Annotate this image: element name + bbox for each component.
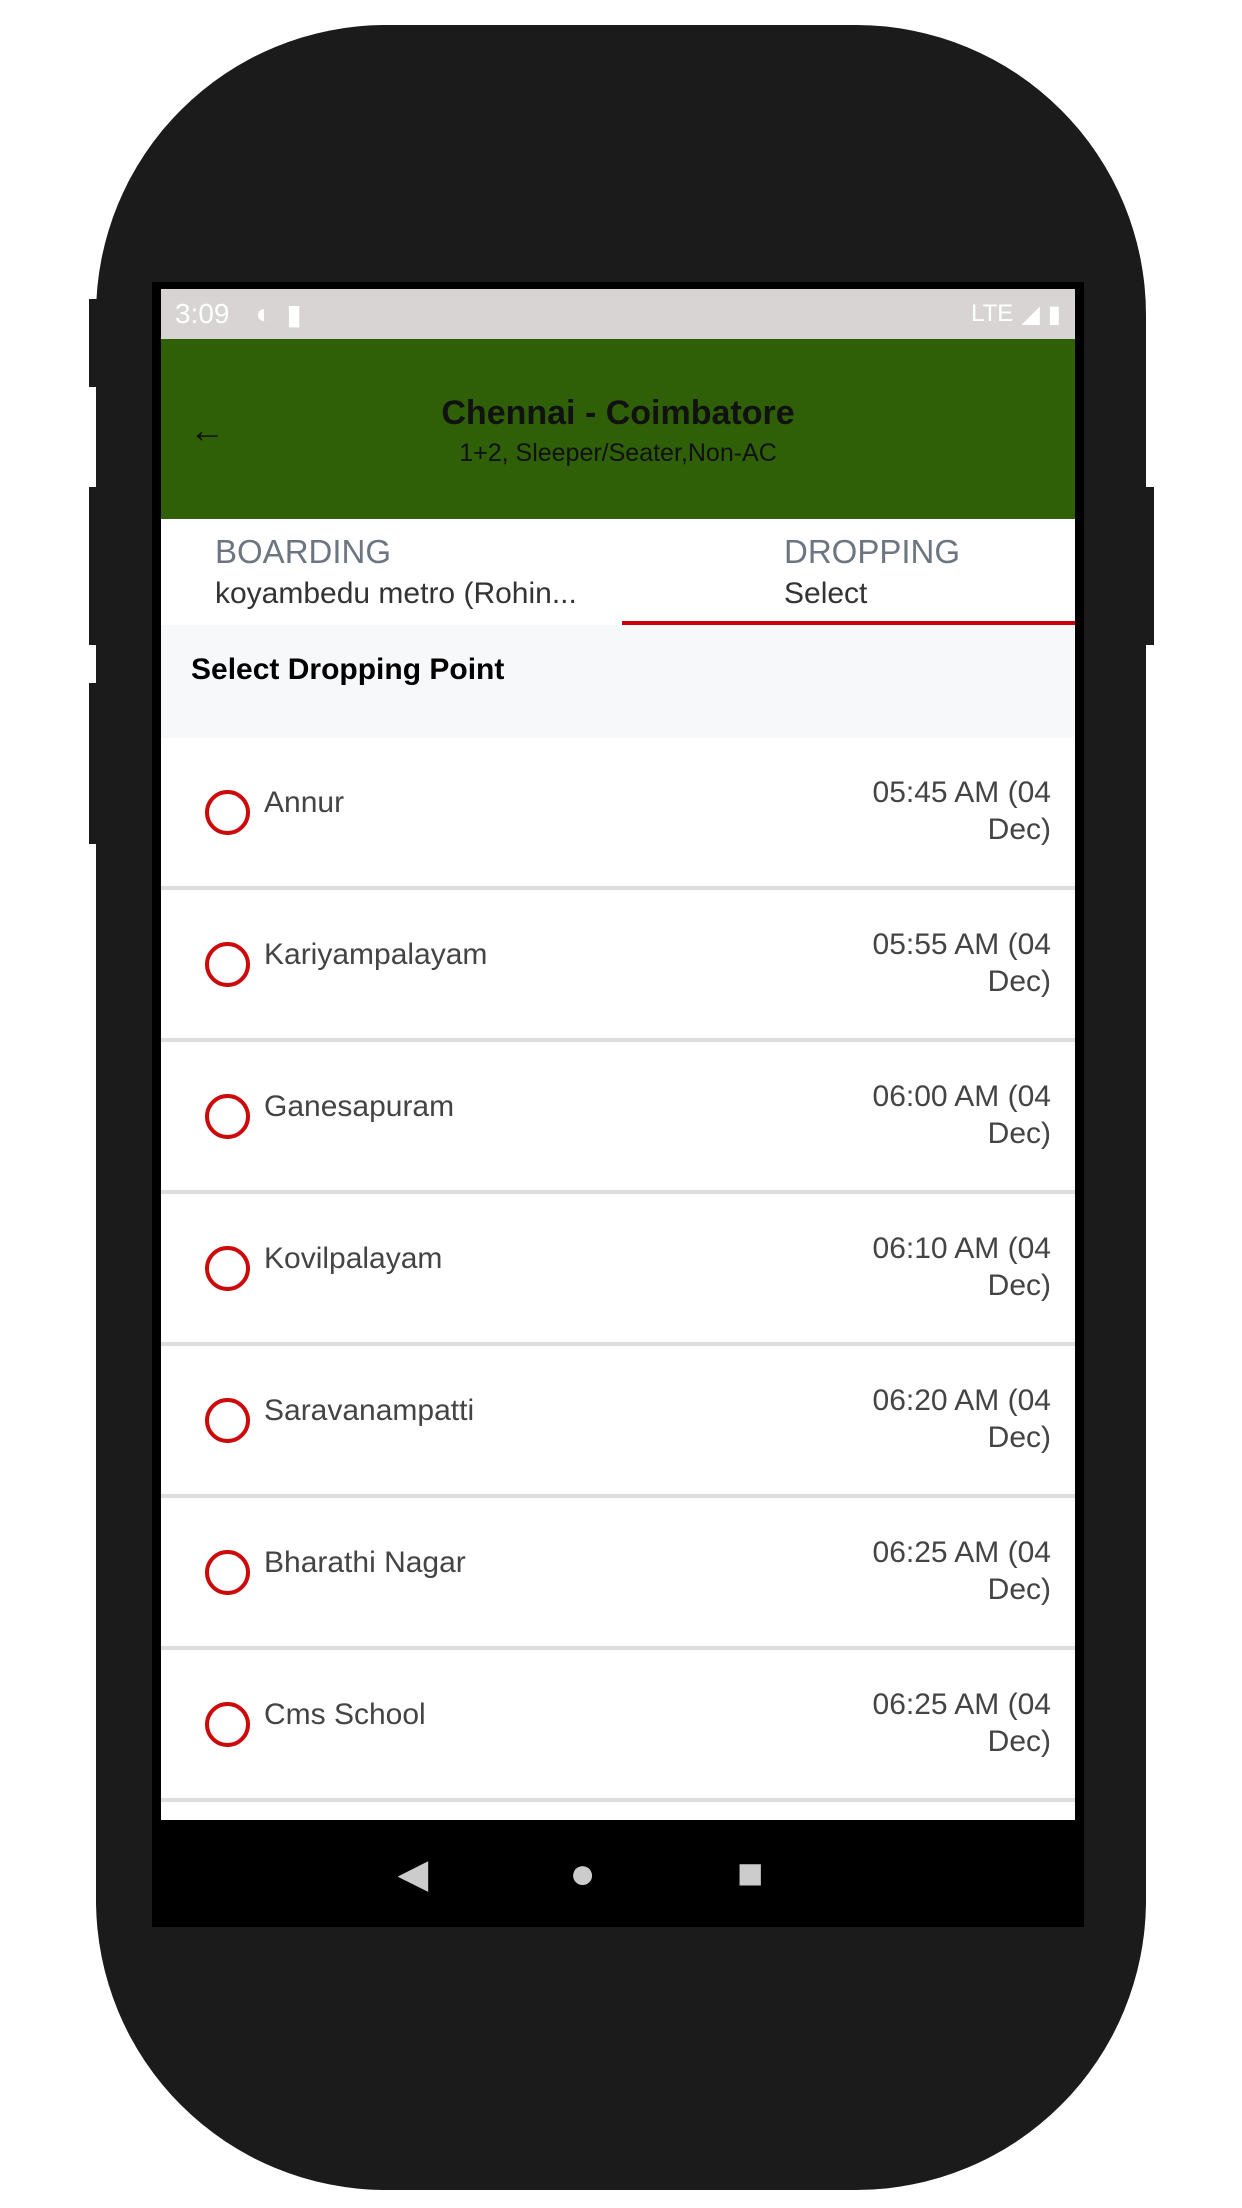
status-bar: 3:09 ◐ ▮ LTE ◢ ▮: [161, 289, 1075, 339]
radio-button[interactable]: [205, 1550, 250, 1595]
radio-button[interactable]: [205, 1702, 250, 1747]
point-time: 06:25 AM (04 Dec): [872, 1688, 1051, 1758]
signal-icon: ◢: [1021, 300, 1040, 328]
home-nav-icon[interactable]: ●: [569, 1849, 596, 1899]
point-name: Saravanampatti: [264, 1394, 475, 1427]
point-name: Kariyampalayam: [264, 938, 488, 971]
radio-button[interactable]: [205, 790, 250, 835]
point-name: Ganesapuram: [264, 1090, 455, 1123]
point-time: 05:45 AM (04 Dec): [872, 776, 1051, 846]
tab-boarding[interactable]: BOARDING koyambedu metro (Rohin...: [215, 533, 577, 611]
page-title: Chennai - Coimbatore: [441, 394, 795, 432]
radio-button[interactable]: [205, 942, 250, 987]
radio-button[interactable]: [205, 1094, 250, 1139]
recents-nav-icon[interactable]: ■: [737, 1849, 764, 1899]
bus-type: 1+2, Sleeper/Seater,Non-AC: [459, 439, 777, 467]
point-name: Kovilpalayam: [264, 1242, 443, 1275]
active-tab-indicator: [622, 621, 1075, 625]
notification-icon: ◐: [255, 298, 273, 329]
point-time: 06:00 AM (04 Dec): [872, 1080, 1051, 1150]
tab-value: Select: [784, 577, 868, 610]
back-nav-icon[interactable]: ◀: [398, 1851, 429, 1897]
point-name: Cms School: [264, 1698, 426, 1731]
side-button: [89, 299, 99, 387]
side-button: [89, 683, 99, 844]
tab-dropping[interactable]: DROPPING Select: [784, 533, 960, 611]
network-label: LTE: [971, 300, 1014, 327]
point-time: 05:55 AM (04 Dec): [872, 928, 1051, 998]
tab-label: BOARDING: [215, 533, 392, 570]
dropping-point-row[interactable]: Ganesapuram 06:00 AM (04 Dec): [161, 1042, 1075, 1194]
dropping-point-list: Annur 05:45 AM (04 Dec) Kariyampalayam 0…: [161, 738, 1075, 1802]
point-name: Bharathi Nagar: [264, 1546, 466, 1579]
dropping-point-row[interactable]: Saravanampatti 06:20 AM (04 Dec): [161, 1346, 1075, 1498]
dropping-point-row[interactable]: Bharathi Nagar 06:25 AM (04 Dec): [161, 1498, 1075, 1650]
radio-button[interactable]: [205, 1246, 250, 1291]
radio-button[interactable]: [205, 1398, 250, 1443]
screen: 3:09 ◐ ▮ LTE ◢ ▮ ← Chennai - Coimbatore …: [161, 289, 1075, 1820]
point-time: 06:10 AM (04 Dec): [872, 1232, 1051, 1302]
tab-value: koyambedu metro (Rohin...: [215, 577, 577, 610]
dropping-point-row[interactable]: Kovilpalayam 06:10 AM (04 Dec): [161, 1194, 1075, 1346]
dropping-point-row[interactable]: Annur 05:45 AM (04 Dec): [161, 738, 1075, 890]
battery-icon: ▮: [1047, 300, 1061, 328]
tabs: BOARDING koyambedu metro (Rohin... DROPP…: [161, 519, 1075, 625]
app-header: ← Chennai - Coimbatore 1+2, Sleeper/Seat…: [161, 339, 1075, 519]
dropping-point-row[interactable]: Kariyampalayam 05:55 AM (04 Dec): [161, 890, 1075, 1042]
status-time: 3:09: [175, 298, 230, 329]
navigation-bar: ◀ ● ■: [152, 1820, 1084, 1927]
section-title: Select Dropping Point: [161, 625, 1075, 738]
side-button: [1144, 487, 1154, 645]
side-button: [89, 487, 99, 645]
dropping-point-row[interactable]: Cms School 06:25 AM (04 Dec): [161, 1650, 1075, 1802]
tab-label: DROPPING: [784, 533, 961, 570]
point-time: 06:25 AM (04 Dec): [872, 1536, 1051, 1606]
sd-card-icon: ▮: [286, 298, 302, 330]
point-name: Annur: [264, 786, 345, 819]
point-time: 06:20 AM (04 Dec): [872, 1384, 1051, 1454]
